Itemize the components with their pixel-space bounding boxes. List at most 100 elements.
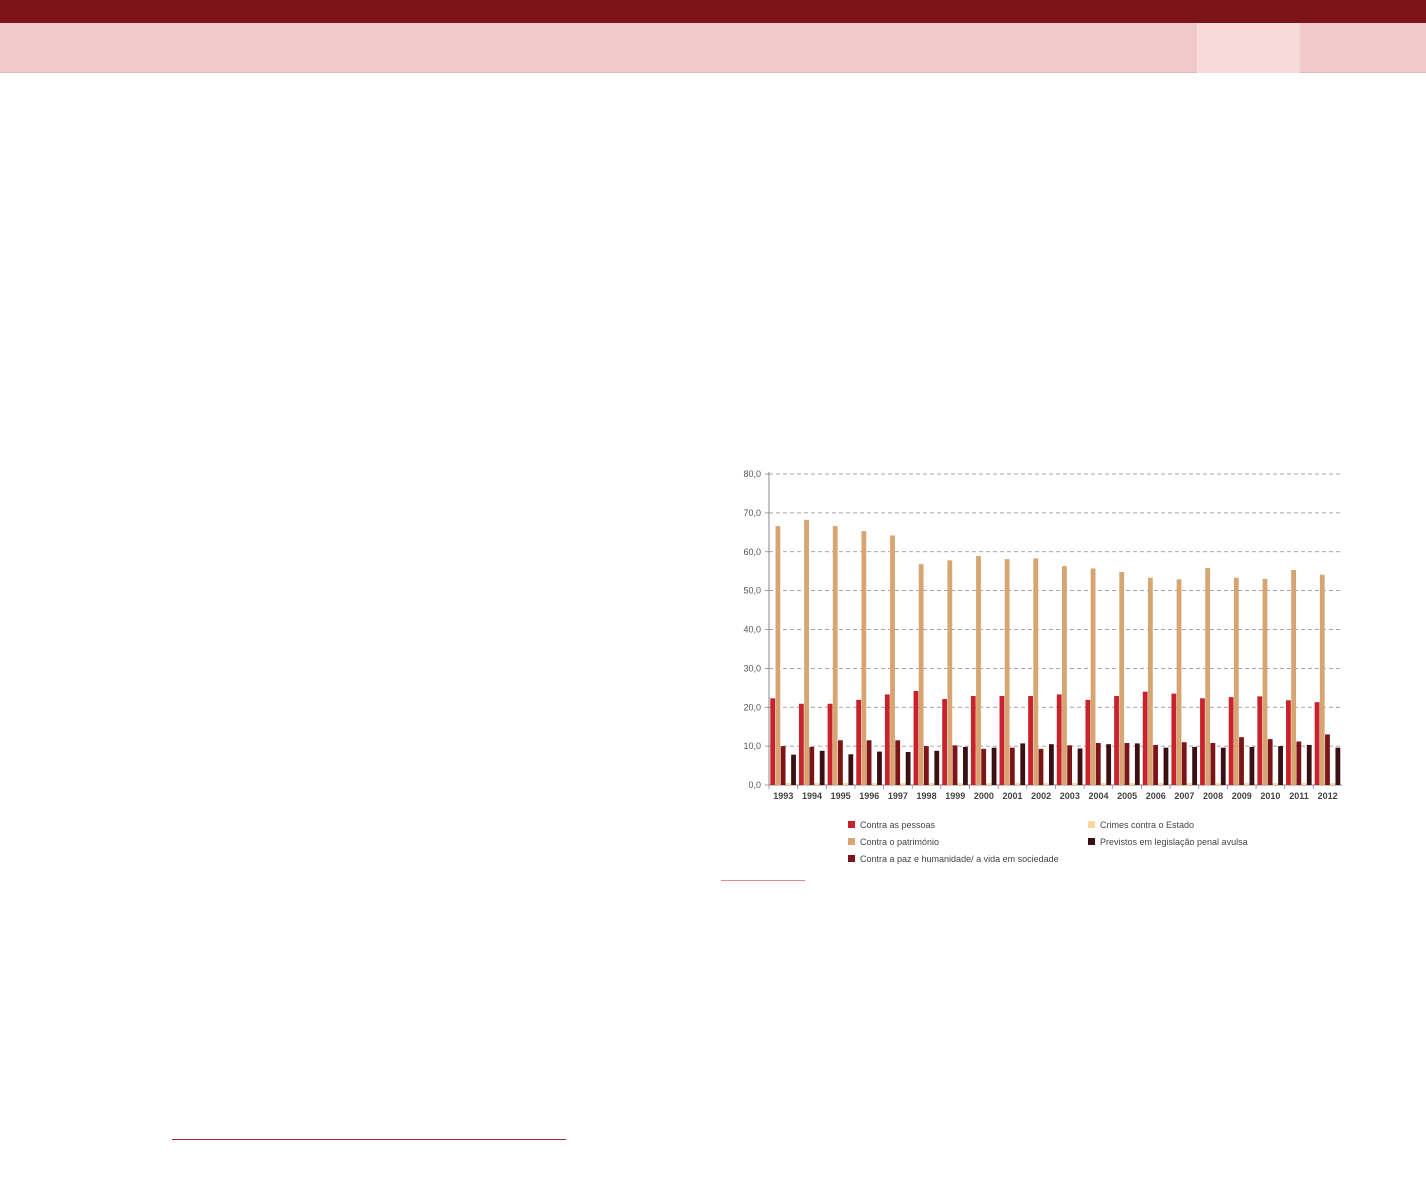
bar-contra-as-pessoas: [1171, 693, 1177, 785]
bar-contra-as-pessoas: [884, 694, 890, 785]
bar-previstos-em-legisla-o-penal-avulsa: [1306, 744, 1312, 785]
bar-contra-as-pessoas: [1257, 696, 1263, 785]
x-tick-label: 2010: [1260, 791, 1280, 801]
bar-previstos-em-legisla-o-penal-avulsa: [1192, 746, 1198, 785]
bar-contra-o-patrim-nio: [1176, 579, 1182, 785]
bar-previstos-em-legisla-o-penal-avulsa: [905, 751, 911, 785]
bar-previstos-em-legisla-o-penal-avulsa: [1020, 743, 1026, 785]
bar-previstos-em-legisla-o-penal-avulsa: [791, 754, 796, 785]
bar-contra-a-paz-e-humanidade-a-vida-em-sociedade: [1267, 739, 1273, 785]
bar-contra-as-pessoas: [1028, 695, 1033, 785]
legend-swatch: [848, 821, 855, 828]
x-tick-label: 2011: [1289, 791, 1309, 801]
bar-contra-o-patrim-nio: [947, 560, 953, 785]
x-tick-label: 1996: [859, 791, 879, 801]
bar-contra-as-pessoas: [970, 695, 976, 785]
x-tick-label: 2009: [1232, 791, 1252, 801]
bar-contra-a-paz-e-humanidade-a-vida-em-sociedade: [1095, 743, 1101, 785]
bar-crimes-contra-o-estado: [1187, 783, 1192, 785]
header-tab: [1197, 23, 1300, 73]
y-tick-label: 40,0: [743, 625, 761, 635]
bar-contra-o-patrim-nio: [861, 531, 867, 785]
bar-contra-o-patrim-nio: [1319, 574, 1325, 785]
bar-contra-o-patrim-nio: [890, 535, 895, 785]
bar-contra-o-patrim-nio: [1004, 559, 1010, 785]
bar-contra-a-paz-e-humanidade-a-vida-em-sociedade: [1325, 734, 1330, 785]
bar-crimes-contra-o-estado: [1244, 783, 1250, 785]
bar-contra-a-paz-e-humanidade-a-vida-em-sociedade: [866, 740, 872, 785]
footnote-rule: [172, 1139, 566, 1140]
bar-contra-as-pessoas: [913, 690, 919, 785]
bar-contra-as-pessoas: [999, 695, 1005, 785]
x-tick-label: 2007: [1174, 791, 1194, 801]
bar-contra-as-pessoas: [1114, 695, 1119, 785]
bar-previstos-em-legisla-o-penal-avulsa: [1163, 747, 1169, 785]
bar-crimes-contra-o-estado: [986, 783, 992, 785]
header-bar: [0, 0, 1426, 23]
y-tick-label: 50,0: [743, 586, 761, 596]
x-tick-label: 2000: [974, 791, 994, 801]
y-tick-label: 0,0: [748, 780, 761, 790]
bar-crimes-contra-o-estado: [900, 783, 906, 785]
bar-previstos-em-legisla-o-penal-avulsa: [934, 750, 940, 785]
bar-contra-o-patrim-nio: [918, 564, 924, 785]
bar-contra-a-paz-e-humanidade-a-vida-em-sociedade: [1153, 744, 1158, 785]
bar-crimes-contra-o-estado: [785, 783, 791, 785]
x-tick-label: 2004: [1088, 791, 1108, 801]
bar-contra-a-paz-e-humanidade-a-vida-em-sociedade: [1009, 747, 1015, 785]
bar-previstos-em-legisla-o-penal-avulsa: [1106, 744, 1112, 785]
bar-previstos-em-legisla-o-penal-avulsa: [877, 751, 882, 785]
bar-crimes-contra-o-estado: [1043, 783, 1049, 785]
bar-contra-as-pessoas: [827, 703, 833, 785]
bar-previstos-em-legisla-o-penal-avulsa: [1048, 744, 1054, 785]
bar-contra-a-paz-e-humanidade-a-vida-em-sociedade: [895, 740, 901, 785]
y-tick-label: 70,0: [743, 508, 761, 518]
bar-contra-as-pessoas: [856, 699, 862, 785]
bar-crimes-contra-o-estado: [1301, 783, 1307, 785]
x-tick-label: 2003: [1060, 791, 1080, 801]
bar-crimes-contra-o-estado: [957, 783, 963, 785]
bar-contra-o-patrim-nio: [1205, 568, 1211, 785]
bar-crimes-contra-o-estado: [871, 783, 877, 785]
bar-previstos-em-legisla-o-penal-avulsa: [1077, 748, 1083, 785]
bar-contra-as-pessoas: [1056, 694, 1062, 785]
source-rule: [721, 880, 805, 881]
bar-crimes-contra-o-estado: [1158, 783, 1164, 785]
bar-crimes-contra-o-estado: [814, 783, 820, 785]
x-tick-label: 1993: [773, 791, 793, 801]
bar-crimes-contra-o-estado: [1101, 783, 1106, 785]
bar-contra-a-paz-e-humanidade-a-vida-em-sociedade: [1181, 742, 1187, 785]
legend-label: Crimes contra o Estado: [1100, 820, 1194, 830]
bar-crimes-contra-o-estado: [1129, 783, 1135, 785]
x-tick-label: 2012: [1318, 791, 1338, 801]
legend-swatch: [848, 855, 855, 862]
bar-contra-o-patrim-nio: [804, 519, 809, 785]
bar-previstos-em-legisla-o-penal-avulsa: [963, 746, 968, 785]
bar-contra-as-pessoas: [798, 703, 804, 785]
bar-contra-a-paz-e-humanidade-a-vida-em-sociedade: [952, 745, 958, 785]
bar-contra-as-pessoas: [1085, 699, 1091, 785]
bar-contra-o-patrim-nio: [1119, 571, 1125, 785]
bar-contra-as-pessoas: [942, 699, 948, 785]
bar-crimes-contra-o-estado: [1330, 783, 1336, 785]
bar-contra-o-patrim-nio: [976, 556, 981, 785]
legend-label: Contra a paz e humanidade/ a vida em soc…: [860, 854, 1059, 864]
bar-previstos-em-legisla-o-penal-avulsa: [1134, 743, 1140, 785]
bar-contra-as-pessoas: [1286, 700, 1291, 785]
legend-swatch: [1088, 821, 1095, 828]
x-tick-label: 1998: [917, 791, 937, 801]
bar-contra-o-patrim-nio: [1262, 578, 1268, 785]
bar-contra-a-paz-e-humanidade-a-vida-em-sociedade: [981, 748, 987, 785]
bar-crimes-contra-o-estado: [929, 783, 934, 785]
legend-swatch: [848, 838, 855, 845]
bar-chart: 0,0 10,0 20,0 30,0 40,0 50,0 60,0 70,0 80,0 1993 1…: [743, 469, 1342, 864]
bar-contra-a-paz-e-humanidade-a-vida-em-sociedade: [1239, 737, 1244, 785]
bar-contra-o-patrim-nio: [1147, 577, 1153, 785]
legend-label: Previstos em legislação penal avulsa: [1100, 837, 1248, 847]
bar-contra-a-paz-e-humanidade-a-vida-em-sociedade: [1038, 748, 1044, 785]
bar-contra-o-patrim-nio: [1033, 558, 1039, 785]
x-tick-label: 1999: [945, 791, 965, 801]
x-tick-label: 2008: [1203, 791, 1223, 801]
bar-previstos-em-legisla-o-penal-avulsa: [1278, 746, 1283, 785]
bar-previstos-em-legisla-o-penal-avulsa: [1249, 746, 1255, 785]
